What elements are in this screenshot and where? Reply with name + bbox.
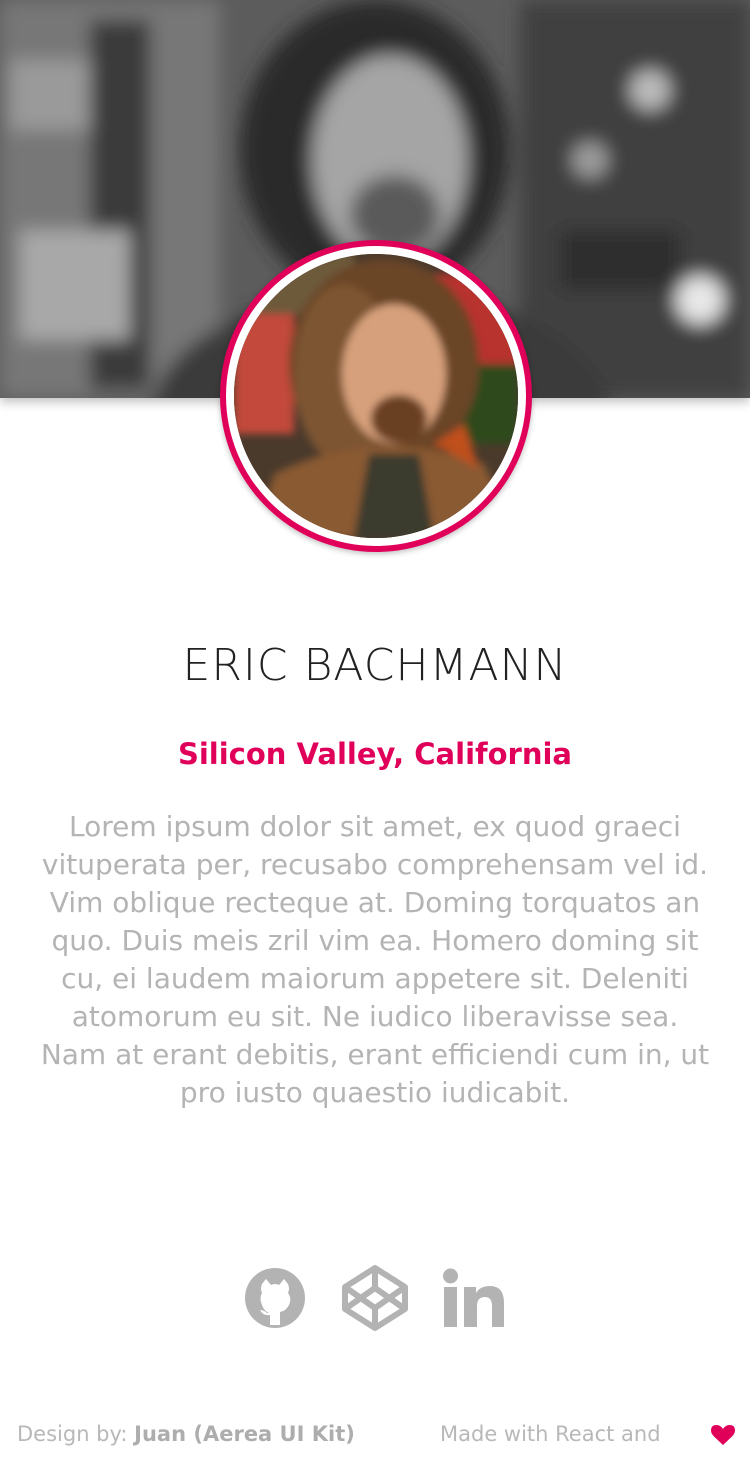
profile-location: Silicon Valley, California [177,737,573,771]
social-links [0,1258,750,1338]
credit-author-link[interactable]: Juan (Aerea UI Kit) [134,1422,355,1446]
github-link[interactable] [240,1263,310,1333]
codepen-link[interactable] [340,1263,410,1333]
profile-bio: Lorem ipsum dolor sit amet, ex quod grae… [40,810,710,1109]
linkedin-icon [443,1268,504,1327]
heart-icon [711,1425,735,1445]
profile-card-page: ERIC BACHMANN Silicon Valley, California… [0,0,750,1466]
github-icon [245,1268,305,1328]
avatar-photo [234,254,518,538]
design-credit: Design by: Juan (Aerea UI Kit) [17,1422,355,1446]
avatar [220,240,532,552]
linkedin-link[interactable] [440,1263,510,1333]
footer: Design by: Juan (Aerea UI Kit) Made with… [0,1418,750,1454]
credit-prefix: Design by: [17,1422,135,1446]
made-with-text: Made with React and [440,1422,661,1446]
codepen-icon [342,1265,408,1331]
profile-name: ERIC BACHMANN [182,640,568,691]
